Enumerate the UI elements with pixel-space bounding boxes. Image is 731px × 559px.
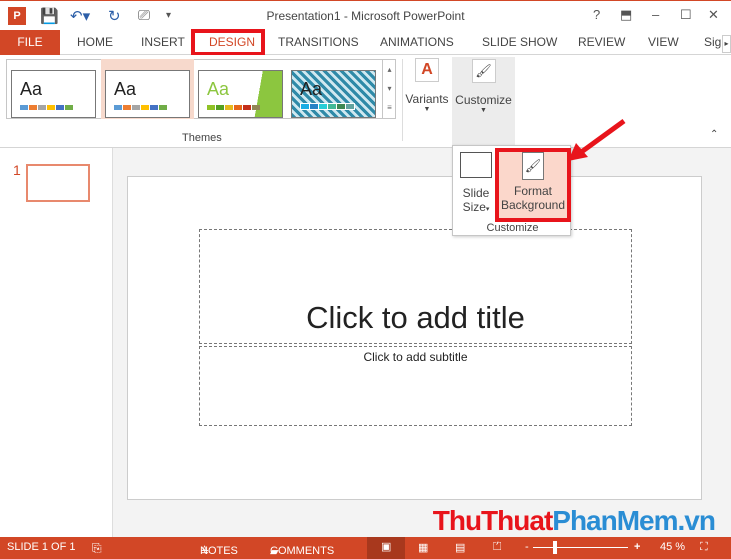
slide-size-label-2: Size▾ — [455, 200, 497, 214]
theme-sample: Aa — [300, 79, 323, 99]
theme-office-selected[interactable]: Aa — [105, 70, 190, 118]
themes-gallery: Aa Aa Aa Aa ▴ ▾ ≡ — [6, 59, 396, 119]
slide-counter: SLIDE 1 OF 1 — [7, 541, 76, 553]
title-placeholder[interactable]: Click to add title — [199, 229, 632, 344]
slide-size-button[interactable]: Slide Size▾ — [455, 150, 497, 220]
gallery-scroll[interactable]: ▴ ▾ ≡ — [382, 60, 396, 118]
dropdown-arrow-icon: ▼ — [480, 107, 487, 114]
scroll-tabs-right-icon[interactable]: ▸ — [722, 35, 731, 53]
theme-facet[interactable]: Aa — [198, 70, 283, 118]
theme-sample: Aa — [114, 79, 137, 99]
customize-button[interactable]: 🖌 Customize ▼ — [452, 57, 515, 145]
normal-view-button[interactable]: ▣ — [367, 537, 405, 559]
subtitle-placeholder[interactable]: Click to add subtitle — [199, 346, 632, 426]
watermark-part1: ThuThuat — [432, 505, 554, 536]
variants-label: Variants — [405, 92, 449, 106]
theme-sample: Aa — [20, 79, 43, 99]
zoom-out-button[interactable]: - — [525, 541, 529, 553]
theme-office[interactable]: Aa — [11, 70, 96, 118]
tab-view[interactable]: VIEW — [648, 35, 679, 49]
help-button[interactable]: ? — [593, 7, 600, 22]
slide-sorter-icon[interactable]: ▦ — [418, 541, 428, 554]
normal-view-icon: ▣ — [381, 541, 392, 553]
minimize-button[interactable]: – — [652, 7, 659, 22]
customize-dropdown: Slide Size▾ 🖌 Format Background Customiz… — [452, 145, 571, 236]
highlight-box — [191, 29, 265, 56]
theme-sample: Aa — [207, 79, 230, 99]
customize-label: Customize — [455, 93, 512, 107]
slide-size-icon — [460, 152, 492, 178]
tab-sign-in[interactable]: Sig — [704, 35, 721, 49]
dropdown-arrow-icon: ▾ — [485, 206, 490, 213]
title-bar: P 💾 ↶▾ ↻ ⎚ ▾ Presentation1 - Microsoft P… — [0, 0, 731, 30]
slide-thumbnail[interactable] — [26, 164, 90, 202]
tab-insert[interactable]: INSERT — [141, 35, 185, 49]
ribbon-display-button[interactable]: ⬒ — [620, 7, 632, 23]
collapse-ribbon-icon[interactable]: ⌃ — [710, 129, 718, 140]
subtitle-placeholder-text: Click to add subtitle — [363, 350, 468, 364]
theme-ion[interactable]: Aa — [291, 70, 376, 118]
tab-animations[interactable]: ANIMATIONS — [380, 35, 454, 49]
tab-review[interactable]: REVIEW — [578, 35, 625, 49]
spell-check-icon[interactable]: ⎘ — [92, 541, 102, 556]
thumbnail-number: 1 — [13, 162, 21, 178]
watermark: ThuThuatPhanMem.vn — [432, 505, 716, 537]
customize-group-label: Customize — [486, 222, 539, 234]
zoom-slider-thumb[interactable] — [553, 541, 557, 554]
group-divider — [402, 59, 403, 141]
ribbon-tabs: FILE HOME INSERT DESIGN TRANSITIONS ANIM… — [0, 29, 731, 56]
tab-home[interactable]: HOME — [77, 35, 113, 49]
variants-icon: A — [415, 58, 439, 82]
reading-view-icon[interactable]: ▤ — [455, 541, 465, 554]
variants-button[interactable]: A Variants ▼ — [404, 58, 450, 123]
zoom-in-button[interactable]: + — [634, 541, 640, 553]
tab-file[interactable]: FILE — [0, 30, 60, 55]
dropdown-arrow-icon: ▼ — [423, 106, 431, 113]
tab-transitions[interactable]: TRANSITIONS — [278, 35, 359, 49]
slide-size-label: Slide — [462, 186, 490, 200]
customize-icon: 🖌 — [471, 59, 496, 83]
title-placeholder-text: Click to add title — [306, 300, 525, 335]
slide-thumbnail-pane: 1 — [0, 148, 113, 537]
status-bar: SLIDE 1 OF 1 ⎘ ≜ NOTES ▰ COMMENTS ▣ ▦ ▤ … — [0, 537, 731, 559]
zoom-slider[interactable] — [533, 541, 628, 554]
fit-to-window-icon[interactable]: ⛶ — [700, 541, 708, 554]
slide-size-label-text: Size — [462, 200, 486, 214]
close-button[interactable]: ✕ — [708, 7, 719, 23]
watermark-part2: PhanMem — [552, 505, 678, 536]
themes-group-label: Themes — [182, 132, 222, 144]
tab-slide-show[interactable]: SLIDE SHOW — [482, 35, 557, 49]
slide-canvas[interactable]: Click to add title Click to add subtitle — [127, 176, 702, 500]
zoom-level[interactable]: 45 % — [660, 541, 685, 553]
slideshow-icon[interactable]: ⏍ — [493, 541, 501, 554]
notes-label: NOTES — [200, 545, 238, 557]
red-arrow-icon — [568, 118, 626, 161]
watermark-part3: .vn — [677, 505, 716, 536]
comments-label: COMMENTS — [270, 545, 335, 557]
maximize-button[interactable]: ☐ — [680, 7, 692, 23]
